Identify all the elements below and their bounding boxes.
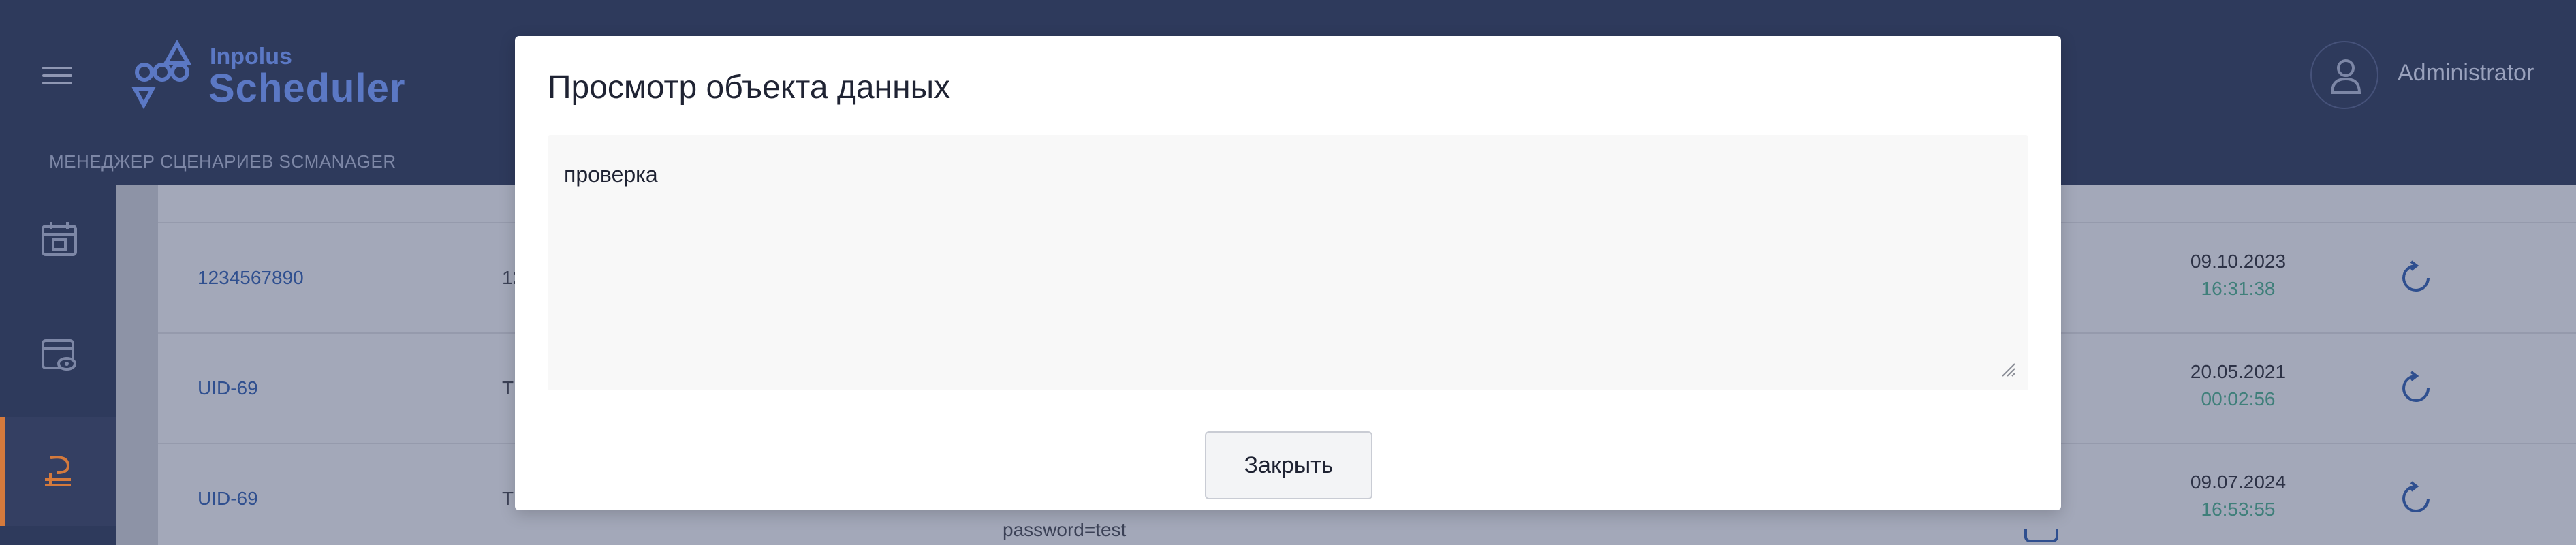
row-date: 09.10.2023 xyxy=(2190,251,2287,272)
data-object-dialog: Просмотр объекта данных проверка Закрыть xyxy=(515,36,2061,510)
dialog-title: Просмотр объекта данных xyxy=(548,69,951,106)
row-name: T xyxy=(502,488,514,509)
sidebar xyxy=(0,185,116,545)
sidebar-item-data-objects[interactable] xyxy=(0,417,116,526)
user-avatar[interactable] xyxy=(2310,41,2378,109)
app-logo[interactable]: Inpolus Scheduler xyxy=(129,40,415,114)
row-time: 00:02:56 xyxy=(2201,388,2276,409)
row-datetime: 20.05.2021 00:02:56 xyxy=(2184,358,2293,413)
row-name: T xyxy=(502,377,514,399)
data-object-content[interactable]: проверка xyxy=(548,135,2028,390)
row-status-chip xyxy=(2024,529,2058,542)
menu-icon[interactable] xyxy=(42,67,72,84)
user-name[interactable]: Administrator xyxy=(2398,60,2534,87)
calendar-view-icon xyxy=(42,339,76,371)
user-icon xyxy=(2330,59,2361,94)
row-time: 16:31:38 xyxy=(2201,278,2276,299)
calendar-icon xyxy=(42,222,77,256)
refresh-icon[interactable] xyxy=(2399,259,2433,296)
row-id-link[interactable]: UID-69 xyxy=(198,488,258,510)
sidebar-item-schedule[interactable] xyxy=(0,185,116,294)
row-id-link[interactable]: 1234567890 xyxy=(198,267,304,289)
row-id-link[interactable]: UID-69 xyxy=(198,377,258,399)
row-params: password=test xyxy=(1003,519,1127,540)
sidebar-item-view[interactable] xyxy=(0,300,116,409)
row-date: 20.05.2021 xyxy=(2190,361,2287,382)
refresh-icon[interactable] xyxy=(2399,369,2433,406)
row-datetime: 09.07.2024 16:53:55 xyxy=(2184,469,2293,523)
logo-mark-icon xyxy=(131,40,192,110)
data-objects-icon xyxy=(45,456,71,486)
row-time: 16:53:55 xyxy=(2201,499,2276,520)
resize-handle-icon[interactable] xyxy=(1998,360,2016,377)
refresh-icon[interactable] xyxy=(2399,480,2433,516)
row-date: 09.07.2024 xyxy=(2190,471,2287,493)
logo-big-text: Scheduler xyxy=(208,66,406,110)
close-button[interactable]: Закрыть xyxy=(1205,431,1372,499)
page-subtitle: МЕНЕДЖЕР СЦЕНАРИЕВ SCMANAGER xyxy=(49,151,396,172)
row-datetime: 09.10.2023 16:31:38 xyxy=(2184,248,2293,302)
